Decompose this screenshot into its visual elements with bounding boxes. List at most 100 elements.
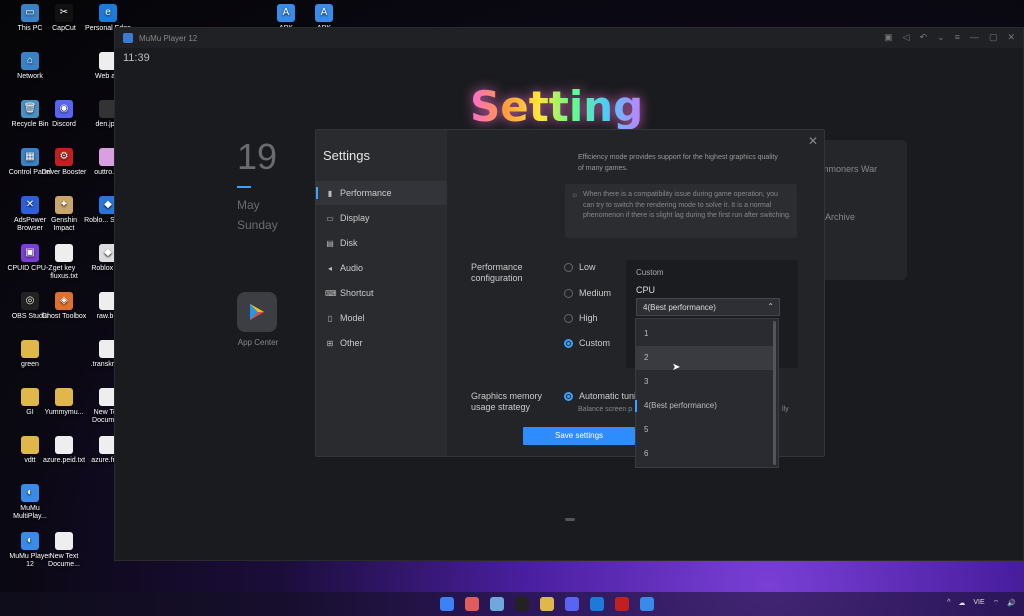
settings-heading: Settings bbox=[323, 148, 370, 163]
taskbar-app-icon[interactable] bbox=[640, 597, 654, 611]
audio-icon: ◂ bbox=[327, 263, 332, 273]
mumu-logo-icon bbox=[123, 33, 133, 43]
window-control-icon[interactable]: — bbox=[970, 32, 979, 43]
other-icon: ⊞ bbox=[326, 338, 334, 348]
settings-nav-label: Shortcut bbox=[340, 288, 374, 298]
desktop-icon[interactable]: ✂ CapCut bbox=[40, 4, 88, 33]
window-control-icon[interactable]: ≡ bbox=[955, 32, 960, 43]
desktop-app-icon: ◈ bbox=[55, 292, 73, 310]
cpu-option[interactable]: 3 bbox=[636, 370, 774, 394]
settings-nav-disk[interactable]: ▤ Disk bbox=[316, 231, 447, 255]
settings-nav-model[interactable]: ▯ Model bbox=[316, 306, 447, 330]
desktop-icon[interactable]: get key fluxus.txt bbox=[40, 244, 88, 281]
app-center-shortcut[interactable]: App Center bbox=[237, 292, 279, 347]
settings-nav-shortcut[interactable]: ⌨ Shortcut bbox=[316, 281, 447, 305]
desktop-icon-label: New Text Docume... bbox=[48, 553, 80, 568]
cpu-select[interactable]: 4(Best performance) ⌃ bbox=[636, 298, 780, 316]
settings-nav-label: Audio bbox=[340, 263, 364, 273]
disk-icon: ▤ bbox=[326, 238, 334, 248]
tray-item[interactable]: ⌔ bbox=[993, 599, 1000, 608]
tray-item[interactable]: ☁ bbox=[958, 599, 965, 608]
cpu-option[interactable]: 2 bbox=[636, 346, 774, 370]
desktop-icon[interactable]: ◐ MuMu MultiPlay... bbox=[6, 484, 54, 521]
tray-item[interactable]: VIE bbox=[973, 599, 984, 608]
desktop-app-icon: ◉ bbox=[55, 100, 73, 118]
desktop-icon[interactable]: New Text Docume... bbox=[40, 532, 88, 569]
gfx-auto-label: Automatic tuni bbox=[579, 391, 637, 401]
page-indicator bbox=[565, 518, 575, 521]
tray-item[interactable]: 🔊 bbox=[1007, 599, 1016, 608]
desktop-icon[interactable]: ◈ Ghost Toolbox bbox=[40, 292, 88, 321]
desktop-app-icon: ⌂ bbox=[21, 52, 39, 70]
cpu-option[interactable]: 1 bbox=[636, 322, 774, 346]
graphics-memory-label: Graphics memory usage strategy bbox=[471, 391, 543, 412]
perf-radio-medium[interactable]: Medium bbox=[564, 288, 611, 298]
status-clock: 11:39 bbox=[123, 52, 150, 64]
window-control-icon[interactable]: ↶ bbox=[920, 32, 928, 43]
desktop-app-icon bbox=[21, 436, 39, 454]
perf-radio-high[interactable]: High bbox=[564, 313, 598, 323]
gfx-description: Balance screen p bbox=[578, 406, 633, 413]
desktop-icon[interactable]: ⌂ Network bbox=[6, 52, 54, 81]
desktop-app-icon bbox=[55, 244, 73, 262]
taskbar-app-icon[interactable] bbox=[590, 597, 604, 611]
window-control-icon[interactable]: ◁ bbox=[903, 32, 910, 43]
window-control-icon[interactable]: ✕ bbox=[1007, 32, 1015, 43]
desktop-icon[interactable]: ◉ Discord bbox=[40, 100, 88, 129]
cpu-option[interactable]: 6 bbox=[636, 442, 774, 466]
date-weekday: Sunday bbox=[237, 218, 278, 232]
desktop-icon[interactable]: azure.peid.txt bbox=[40, 436, 88, 465]
desktop-icon[interactable]: green bbox=[6, 340, 54, 369]
window-controls: ▣ ◁ ↶ ⌄ ≡ — ▢ ✕ bbox=[884, 32, 1015, 43]
taskbar-app-icon[interactable] bbox=[490, 597, 504, 611]
date-divider bbox=[237, 186, 251, 188]
performance-icon: ▮ bbox=[327, 188, 333, 198]
window-control-icon[interactable]: ⌄ bbox=[937, 32, 945, 43]
taskbar-app-icon[interactable] bbox=[565, 597, 579, 611]
cpu-option[interactable]: 5 bbox=[636, 418, 774, 442]
desktop-app-icon: A bbox=[277, 4, 295, 22]
settings-nav-label: Disk bbox=[340, 238, 358, 248]
save-settings-button[interactable]: Save settings bbox=[523, 427, 635, 445]
taskbar-app-icon[interactable] bbox=[440, 597, 454, 611]
desktop-icon-label: green bbox=[21, 361, 39, 368]
cpu-option[interactable]: 4(Best performance) bbox=[635, 394, 774, 418]
shortcut-icon: ⌨ bbox=[325, 288, 337, 298]
desktop-icon-label: Ghost Toolbox bbox=[41, 313, 87, 320]
settings-nav-display[interactable]: ▭ Display bbox=[316, 206, 447, 230]
desktop-app-icon: ◐ bbox=[21, 532, 39, 550]
taskbar-app-icon[interactable] bbox=[515, 597, 529, 611]
perf-radio-custom[interactable]: Custom bbox=[564, 338, 610, 348]
dropdown-scrollbar[interactable] bbox=[773, 321, 776, 465]
radio-icon bbox=[564, 288, 573, 298]
taskbar-app-icon[interactable] bbox=[465, 597, 479, 611]
date-month: May bbox=[237, 198, 260, 212]
play-store-icon bbox=[237, 292, 277, 332]
desktop-app-icon bbox=[55, 436, 73, 454]
desktop-icon-label: CapCut bbox=[52, 25, 76, 32]
desktop-app-icon bbox=[21, 388, 39, 406]
performance-config-label: Performance configuration bbox=[471, 262, 523, 283]
perf-radio-label: Low bbox=[579, 262, 596, 272]
desktop-icon[interactable]: Yummymu... bbox=[40, 388, 88, 417]
system-tray: ^ ☁ VIE ⌔ 🔊 bbox=[947, 599, 1016, 608]
close-icon[interactable]: ✕ bbox=[808, 134, 818, 148]
window-control-icon[interactable]: ▣ bbox=[884, 32, 893, 43]
perf-radio-label: Custom bbox=[579, 338, 611, 348]
taskbar-app-icon[interactable] bbox=[540, 597, 554, 611]
settings-nav-audio[interactable]: ◂ Audio bbox=[316, 256, 447, 280]
window-control-icon[interactable]: ▢ bbox=[989, 32, 998, 43]
custom-title: Custom bbox=[636, 268, 664, 277]
recent-apps-card[interactable]: mmoners War Archive bbox=[815, 140, 907, 280]
tray-item[interactable]: ^ bbox=[947, 599, 950, 608]
radio-icon bbox=[564, 338, 573, 348]
perf-radio-low[interactable]: Low bbox=[564, 262, 596, 272]
settings-nav-performance[interactable]: ▮ Performance bbox=[316, 181, 447, 205]
settings-nav-other[interactable]: ⊞ Other bbox=[316, 331, 447, 355]
taskbar-app-icon[interactable] bbox=[615, 597, 629, 611]
desktop-icon[interactable]: ✦ Genshin Impact bbox=[40, 196, 88, 233]
gfx-auto-radio[interactable]: Automatic tuni bbox=[564, 391, 636, 401]
window-title: MuMu Player 12 bbox=[139, 33, 198, 43]
desktop-icon[interactable]: ⚙ Driver Booster bbox=[40, 148, 88, 177]
desktop-app-icon: ✦ bbox=[55, 196, 73, 214]
